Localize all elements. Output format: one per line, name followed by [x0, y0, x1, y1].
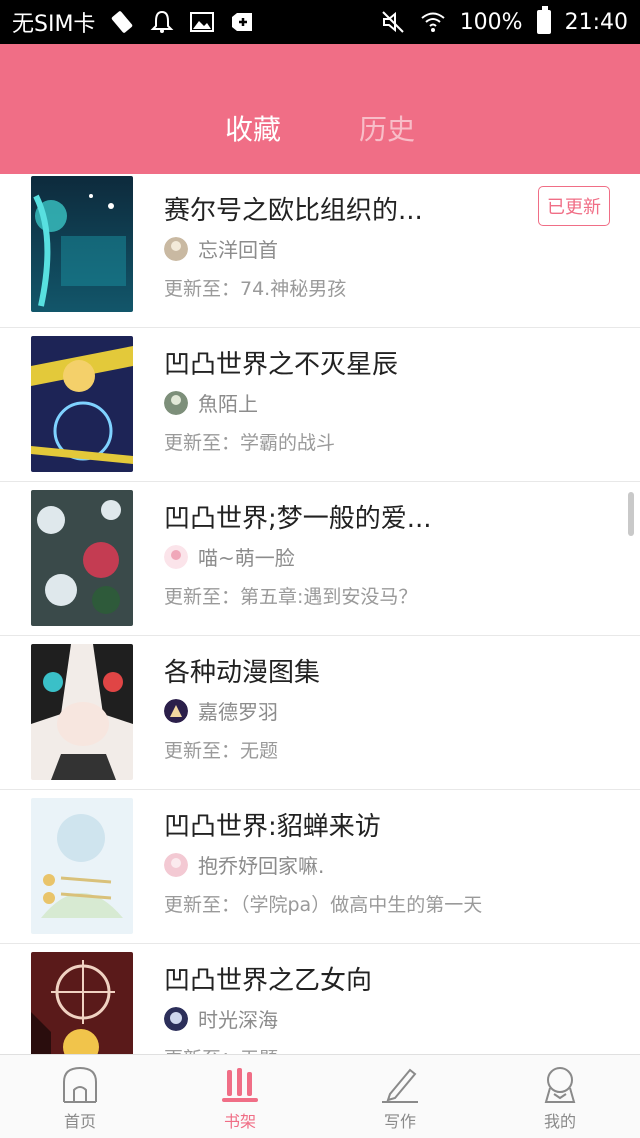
clock: 21:40 — [564, 9, 628, 35]
book-cover — [31, 644, 133, 780]
profile-icon — [544, 1067, 576, 1103]
author-row: 忘洋回首 — [164, 234, 278, 263]
carrier-label: 无SIM卡 — [12, 12, 96, 37]
author-row: 嘉德罗羽 — [164, 696, 278, 725]
author-avatar — [164, 698, 188, 723]
author-avatar — [164, 390, 188, 415]
list-item[interactable]: 凹凸世界;梦一般的爱... 喵~萌一脸 更新至：第五章:遇到安没马？ — [0, 482, 640, 636]
header: 收藏 历史 — [0, 44, 640, 174]
mute-icon — [381, 11, 404, 33]
bell-icon — [151, 10, 174, 33]
list-item[interactable]: 凹凸世界之不灭星辰 魚陌上 更新至：学霸的战斗 — [0, 328, 640, 482]
book-cover — [31, 336, 133, 472]
latest-chapter: 更新至：无题 — [164, 740, 279, 762]
nav-bookshelf-label: 书架 — [223, 1112, 256, 1131]
author-avatar — [164, 544, 188, 569]
author-name: 时光深海 — [198, 1008, 278, 1032]
list-item[interactable]: 各种动漫图集 嘉德罗羽 更新至：无题 — [0, 636, 640, 790]
wifi-icon — [421, 12, 445, 32]
author-avatar — [164, 852, 188, 877]
latest-chapter: 更新至：无题 — [164, 1044, 278, 1054]
tab-bar: 收藏 历史 — [0, 108, 640, 148]
author-row: 魚陌上 — [164, 388, 258, 417]
nav-write-label: 写作 — [383, 1112, 416, 1131]
nav-profile-label: 我的 — [543, 1112, 576, 1131]
latest-chapter: 更新至：第五章:遇到安没马？ — [164, 586, 418, 608]
nav-profile[interactable]: 我的 — [480, 1055, 640, 1138]
book-cover — [31, 798, 133, 934]
nav-home[interactable]: 首页 — [0, 1055, 160, 1138]
latest-chapter: 更新至：74.神秘男孩 — [164, 278, 347, 300]
list-item[interactable]: 凹凸世界:貂蝉来访 抱乔妤回家嘛. 更新至：（学院pa）做高中生的第一天 — [0, 790, 640, 944]
book-list[interactable]: 赛尔号之欧比组织的... 已更新 忘洋回首 更新至：74.神秘男孩 凹凸世界之不… — [0, 174, 640, 1054]
author-name: 抱乔妤回家嘛. — [198, 854, 325, 878]
author-row: 喵~萌一脸 — [164, 542, 295, 571]
book-cover — [31, 490, 133, 626]
book-title[interactable]: 凹凸世界;梦一般的爱... — [164, 498, 432, 535]
author-name: 魚陌上 — [198, 392, 258, 416]
nav-write[interactable]: 写作 — [320, 1055, 480, 1138]
book-title[interactable]: 各种动漫图集 — [164, 652, 320, 689]
list-item[interactable]: 赛尔号之欧比组织的... 已更新 忘洋回首 更新至：74.神秘男孩 — [0, 174, 640, 328]
home-icon — [63, 1066, 97, 1103]
updated-badge: 已更新 — [538, 186, 610, 226]
latest-chapter: 更新至：学霸的战斗 — [164, 432, 336, 454]
author-name: 嘉德罗羽 — [198, 700, 278, 724]
author-avatar — [164, 1006, 188, 1031]
tab-favorites[interactable]: 收藏 — [225, 108, 281, 148]
author-row: 时光深海 — [164, 1004, 278, 1033]
book-title[interactable]: 赛尔号之欧比组织的... — [164, 190, 423, 227]
pen-icon — [382, 1068, 418, 1103]
image-icon — [190, 12, 215, 32]
book-title[interactable]: 凹凸世界之不灭星辰 — [164, 344, 398, 381]
battery-icon — [536, 6, 551, 34]
book-title[interactable]: 凹凸世界之乙女向 — [164, 960, 372, 997]
bottom-nav: 首页 书架 写作 我的 — [0, 1054, 640, 1138]
book-cover — [31, 176, 133, 312]
status-bar: 无SIM卡 100% 21:40 — [0, 0, 640, 44]
author-avatar — [164, 236, 188, 261]
list-scrollbar[interactable] — [628, 492, 634, 536]
add-icon — [232, 13, 253, 31]
battery-percent: 100% — [459, 9, 523, 35]
latest-chapter: 更新至：（学院pa）做高中生的第一天 — [164, 894, 483, 916]
author-name: 忘洋回首 — [198, 238, 278, 262]
list-item[interactable]: 凹凸世界之乙女向 时光深海 更新至：无题 — [0, 944, 640, 1054]
nav-bookshelf[interactable]: 书架 — [160, 1055, 320, 1138]
book-title[interactable]: 凹凸世界:貂蝉来访 — [164, 806, 381, 843]
author-row: 抱乔妤回家嘛. — [164, 850, 324, 879]
bookshelf-icon — [222, 1068, 258, 1102]
tab-history[interactable]: 历史 — [359, 108, 415, 148]
book-cover — [31, 952, 133, 1054]
author-name: 喵~萌一脸 — [198, 546, 295, 570]
nav-home-label: 首页 — [63, 1112, 96, 1131]
vibrate-icon — [112, 11, 133, 33]
